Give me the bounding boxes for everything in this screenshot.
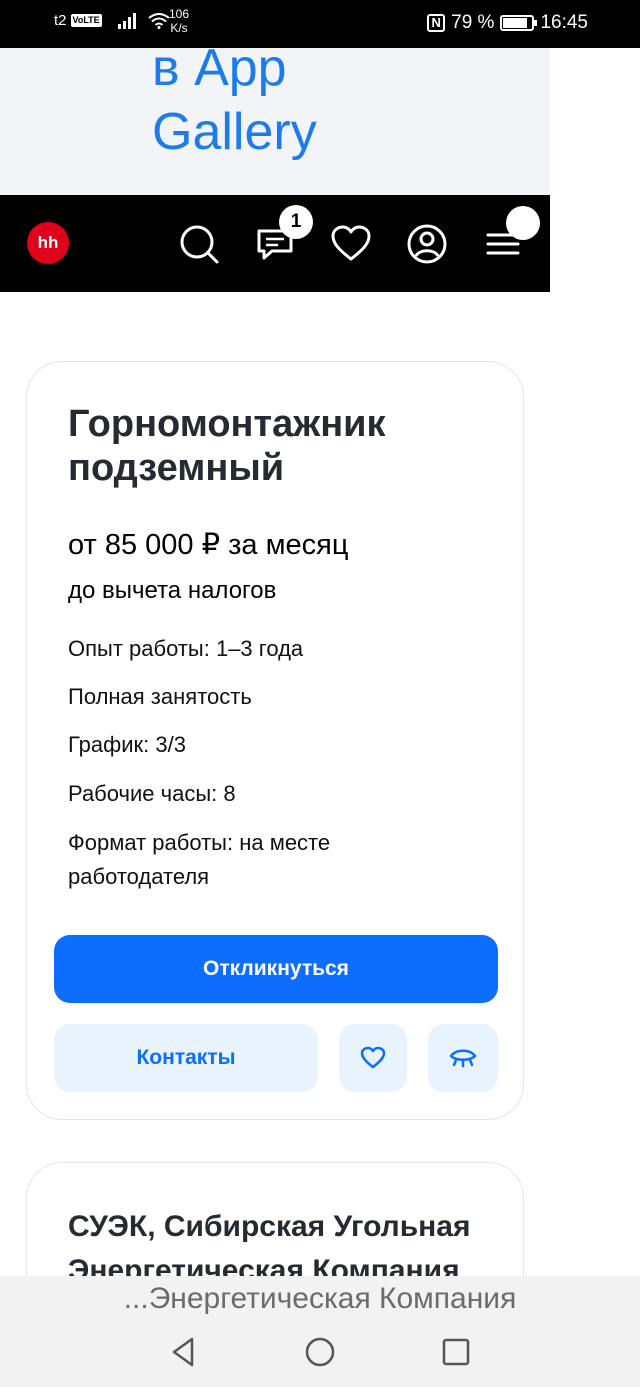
signal-icon — [117, 12, 136, 29]
banner-text: в App Gallery — [152, 48, 317, 164]
page-title-bar: ...Энергетическая Компания — [123, 1282, 517, 1315]
profile-icon[interactable] — [406, 223, 448, 265]
contacts-button[interactable]: Контакты — [54, 1024, 318, 1092]
apply-button[interactable]: Откликнуться — [54, 935, 498, 1003]
recents-icon[interactable] — [440, 1336, 472, 1368]
clock: 16:45 — [540, 12, 588, 33]
detail-experience: Опыт работы: 1–3 года — [68, 636, 304, 661]
status-left: t2 VoLTE — [54, 12, 170, 29]
hh-logo[interactable]: hh — [27, 222, 69, 264]
home-icon[interactable] — [304, 1336, 336, 1368]
net-speed-value: 106 — [169, 7, 190, 21]
net-speed: 106 K/s — [169, 7, 189, 35]
back-icon[interactable] — [168, 1336, 200, 1368]
detail-work-format: Формат работы: на месте работодателя — [68, 830, 331, 889]
salary: от 85 000 ₽ за месяц — [68, 529, 349, 561]
battery-icon — [500, 15, 538, 31]
heart-icon[interactable] — [330, 223, 372, 265]
detail-hours: Рабочие часы: 8 — [68, 781, 236, 806]
vacancy-card: Горномонтажник подземный от 85 000 ₽ за … — [26, 361, 524, 1120]
detail-schedule: График: 3/3 — [68, 732, 186, 757]
hide-button[interactable] — [428, 1024, 498, 1092]
favorite-button[interactable] — [339, 1024, 407, 1092]
app-gallery-banner[interactable]: в App Gallery — [0, 48, 550, 195]
net-speed-unit: K/s — [170, 21, 188, 35]
system-nav-bar: ...Энергетическая Компания — [0, 1276, 640, 1387]
battery-percent: 79 % — [451, 12, 495, 33]
carrier-label: t2 — [54, 12, 67, 29]
banner-line-1: в App — [152, 48, 287, 97]
menu-notification-dot — [506, 206, 540, 240]
vacancy-title: Горномонтажник подземный — [68, 403, 386, 489]
volte-badge: VoLTE — [70, 14, 102, 27]
detail-employment: Полная занятость — [68, 684, 252, 709]
search-icon[interactable] — [178, 223, 220, 265]
heart-icon — [360, 1046, 386, 1069]
status-right: N 79 % 16:45 — [427, 12, 588, 34]
eye-closed-icon — [449, 1049, 477, 1068]
wifi-icon — [148, 12, 170, 29]
banner-line-2: Gallery — [152, 103, 317, 161]
top-navbar: hh — [0, 195, 550, 292]
salary-note: до вычета налогов — [68, 577, 277, 604]
nfc-icon: N — [427, 14, 446, 32]
messages-badge: 1 — [279, 205, 313, 239]
status-bar: t2 VoLTE 106 K/s N 79 % 16:45 — [0, 0, 640, 48]
